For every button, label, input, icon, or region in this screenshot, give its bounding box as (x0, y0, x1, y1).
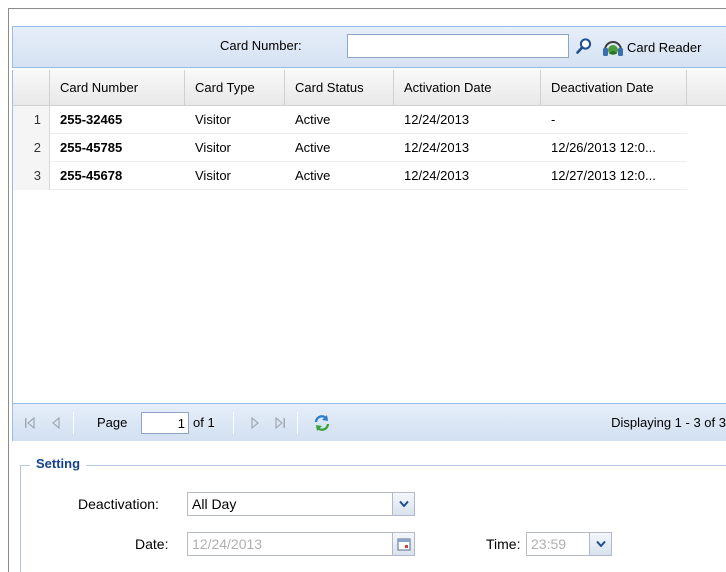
cell-deactivation-date: 12/26/2013 12:0... (551, 140, 656, 155)
cell-card-type: Visitor (195, 140, 231, 155)
time-label: Time: (486, 536, 521, 552)
separator (233, 412, 234, 434)
card-number-label: Card Number: (220, 38, 302, 53)
cell-card-type: Visitor (195, 112, 231, 127)
time-select[interactable]: 23:59 (526, 532, 612, 556)
search-icon[interactable] (570, 32, 598, 60)
column-header-card-status[interactable]: Card Status (285, 70, 394, 106)
time-value: 23:59 (531, 536, 567, 552)
paging-toolbar: Page of 1 Displaying 1 - 3 of 3 (12, 403, 726, 441)
chevron-down-icon[interactable] (589, 533, 611, 555)
search-toolbar: Card Number: Card Reader (12, 26, 726, 68)
cell-card-status: Active (295, 168, 331, 183)
grid-header: Card Number Card Type Card Status Activa… (12, 70, 726, 106)
date-field[interactable]: 12/24/2013 (187, 532, 415, 556)
rownumber-header (13, 70, 50, 106)
deactivation-select[interactable]: All Day (187, 492, 415, 516)
cell-card-number: 255-45785 (60, 140, 123, 155)
row-number: 3 (13, 162, 50, 190)
card-reader-button[interactable]: Card Reader (601, 33, 701, 61)
table-row[interactable]: 1 255-32465 Visitor Active 12/24/2013 - (13, 106, 687, 134)
next-page-icon[interactable] (246, 414, 264, 432)
separator (297, 412, 298, 434)
cell-activation-date: 12/24/2013 (404, 168, 470, 183)
deactivation-label: Deactivation: (78, 496, 159, 512)
last-page-icon[interactable] (271, 414, 289, 432)
cell-card-type: Visitor (195, 168, 231, 183)
column-header-deactivation-date[interactable]: Deactivation Date (541, 70, 687, 106)
row-number: 1 (13, 106, 50, 134)
column-header-card-number[interactable]: Card Number (50, 70, 185, 106)
card-number-search-input[interactable] (347, 34, 569, 58)
chevron-down-icon[interactable] (392, 493, 414, 515)
column-header-activation-date[interactable]: Activation Date (394, 70, 541, 106)
displaying-count: Displaying 1 - 3 of 3 (611, 415, 726, 430)
cell-activation-date: 12/24/2013 (404, 140, 470, 155)
cell-card-status: Active (295, 140, 331, 155)
cell-card-number: 255-32465 (60, 112, 123, 127)
table-row[interactable]: 3 255-45678 Visitor Active 12/24/2013 12… (13, 162, 687, 190)
cell-deactivation-date: - (551, 112, 556, 127)
card-reader-label: Card Reader (627, 39, 702, 55)
calendar-icon[interactable] (392, 533, 414, 555)
table-row[interactable]: 2 255-45785 Visitor Active 12/24/2013 12… (13, 134, 687, 162)
date-label: Date: (135, 536, 169, 552)
grid-body: 1 255-32465 Visitor Active 12/24/2013 - … (12, 106, 726, 403)
first-page-icon[interactable] (21, 414, 39, 432)
separator (73, 412, 74, 434)
page-label: Page (97, 415, 128, 430)
refresh-icon[interactable] (311, 412, 333, 434)
page-number-input[interactable] (141, 412, 189, 434)
card-reader-icon (603, 41, 623, 56)
deactivation-value: All Day (192, 496, 237, 512)
column-header-card-type[interactable]: Card Type (185, 70, 285, 106)
row-number: 2 (13, 134, 50, 162)
cell-deactivation-date: 12/27/2013 12:0... (551, 168, 656, 183)
page-count-label: of 1 (193, 415, 215, 430)
settings-legend: Setting (30, 456, 87, 471)
cell-card-status: Active (295, 112, 331, 127)
cell-card-number: 255-45678 (60, 168, 123, 183)
cell-activation-date: 12/24/2013 (404, 112, 470, 127)
prev-page-icon[interactable] (47, 414, 65, 432)
date-value: 12/24/2013 (192, 536, 263, 552)
